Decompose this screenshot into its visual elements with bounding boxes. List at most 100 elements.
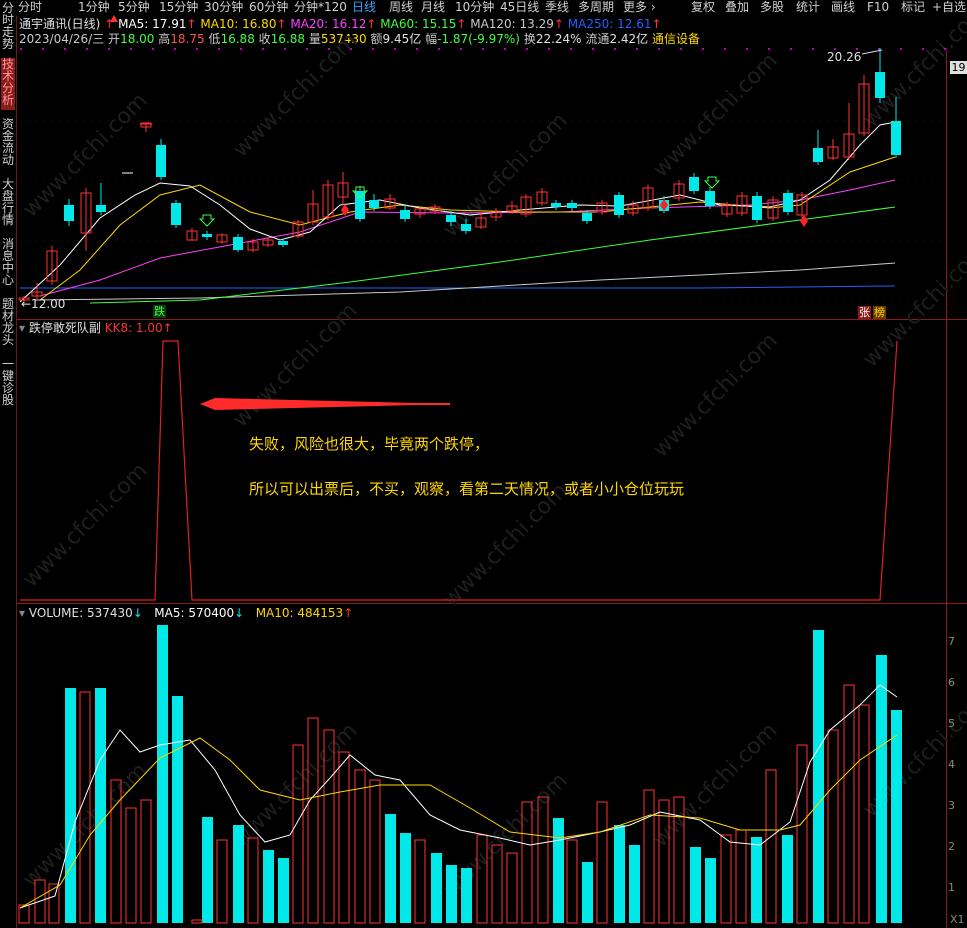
grid-dot xyxy=(572,180,573,181)
axis-tick: 6 xyxy=(948,676,955,689)
candle-body xyxy=(752,196,762,220)
grid-dot xyxy=(416,48,418,50)
grid-dot xyxy=(868,180,869,181)
grid-dot xyxy=(756,150,757,151)
grid-dot xyxy=(76,210,77,211)
grid-dot xyxy=(836,90,837,91)
annotation-line-1: 失败，风险也很大，毕竟两个跌停， xyxy=(249,435,490,453)
grid-dot xyxy=(68,240,69,241)
grid-dot xyxy=(476,240,477,241)
grid-dot xyxy=(444,150,445,151)
grid-dot xyxy=(324,150,325,151)
grid-dot xyxy=(484,270,485,271)
grid-dot xyxy=(172,240,173,241)
candle-body xyxy=(96,205,106,212)
grid-dot xyxy=(340,180,341,181)
grid-dot xyxy=(932,240,933,241)
grid-dot xyxy=(628,270,629,271)
grid-dot xyxy=(628,150,629,151)
grid-dot xyxy=(100,150,101,151)
grid-dot xyxy=(492,150,493,151)
grid-dot xyxy=(812,150,813,151)
grid-dot xyxy=(884,210,885,211)
grid-dot xyxy=(204,120,205,121)
volume-bar xyxy=(216,839,228,924)
volume-bar xyxy=(414,839,426,924)
axis-tick: 3 xyxy=(948,799,955,812)
grid-dot xyxy=(300,300,301,301)
volume-bar xyxy=(191,919,203,924)
indicator-name[interactable]: 跌停敢死队副 xyxy=(29,321,101,335)
grid-dot xyxy=(476,270,477,271)
grid-dot xyxy=(780,210,781,211)
grid-dot xyxy=(420,150,421,151)
collapse-icon[interactable]: ▾ xyxy=(19,321,25,335)
grid-dot xyxy=(20,120,21,121)
volume-bar xyxy=(596,801,608,924)
grid-dot xyxy=(76,90,77,91)
grid-dot xyxy=(436,300,437,301)
grid-dot xyxy=(596,270,597,271)
grid-dot xyxy=(92,240,93,241)
indicator-value: KK8: 1.00 xyxy=(104,321,163,335)
volume-bar xyxy=(843,684,855,924)
grid-dot xyxy=(772,120,773,121)
grid-dot xyxy=(572,270,573,271)
grid-dot xyxy=(220,120,221,121)
grid-dot xyxy=(228,270,229,271)
grid-dot xyxy=(452,300,453,301)
grid-dot xyxy=(508,120,509,121)
grid-dot xyxy=(316,150,317,151)
grid-dot xyxy=(482,48,484,50)
grid-dot xyxy=(764,270,765,271)
grid-dot xyxy=(438,48,440,50)
grid-dot xyxy=(212,270,213,271)
volume-bar xyxy=(233,825,244,923)
grid-dot xyxy=(588,300,589,301)
grid-dot xyxy=(268,270,269,271)
grid-dot xyxy=(204,90,205,91)
grid-dot xyxy=(556,300,557,301)
grid-dot xyxy=(796,120,797,121)
grid-dot xyxy=(780,180,781,181)
grid-dot xyxy=(620,240,621,241)
grid-dot xyxy=(564,150,565,151)
grid-dot xyxy=(92,90,93,91)
grid-dot xyxy=(332,120,333,121)
grid-dot xyxy=(252,210,253,211)
candle-body xyxy=(369,200,379,208)
grid-dot xyxy=(276,210,277,211)
watermark-text: www.cfchi.com xyxy=(18,758,152,892)
grid-dot xyxy=(364,240,365,241)
grid-dot xyxy=(900,240,901,241)
grid-dot xyxy=(316,90,317,91)
grid-dot xyxy=(700,210,701,211)
grid-dot xyxy=(64,48,66,50)
low-price-marker: ←12.00 xyxy=(21,297,66,311)
grid-dot xyxy=(188,180,189,181)
grid-dot xyxy=(756,120,757,121)
candle-body xyxy=(278,241,288,245)
grid-dot xyxy=(892,210,893,211)
grid-dot xyxy=(220,240,221,241)
grid-dot xyxy=(684,180,685,181)
grid-dot xyxy=(604,270,605,271)
grid-dot xyxy=(708,90,709,91)
grid-dot xyxy=(924,90,925,91)
grid-dot xyxy=(796,150,797,151)
grid-dot xyxy=(396,240,397,241)
grid-dot xyxy=(372,300,373,301)
grid-dot xyxy=(292,210,293,211)
grid-dot xyxy=(420,300,421,301)
grid-dot xyxy=(548,180,549,181)
grid-dot xyxy=(658,48,660,50)
grid-dot xyxy=(28,120,29,121)
grid-dot xyxy=(860,270,861,271)
grid-dot xyxy=(372,270,373,271)
collapse-icon[interactable]: ▾ xyxy=(19,606,25,620)
grid-dot xyxy=(900,48,902,50)
grid-dot xyxy=(84,180,85,181)
candle-body xyxy=(461,224,471,231)
grid-dot xyxy=(180,240,181,241)
grid-dot xyxy=(828,120,829,121)
